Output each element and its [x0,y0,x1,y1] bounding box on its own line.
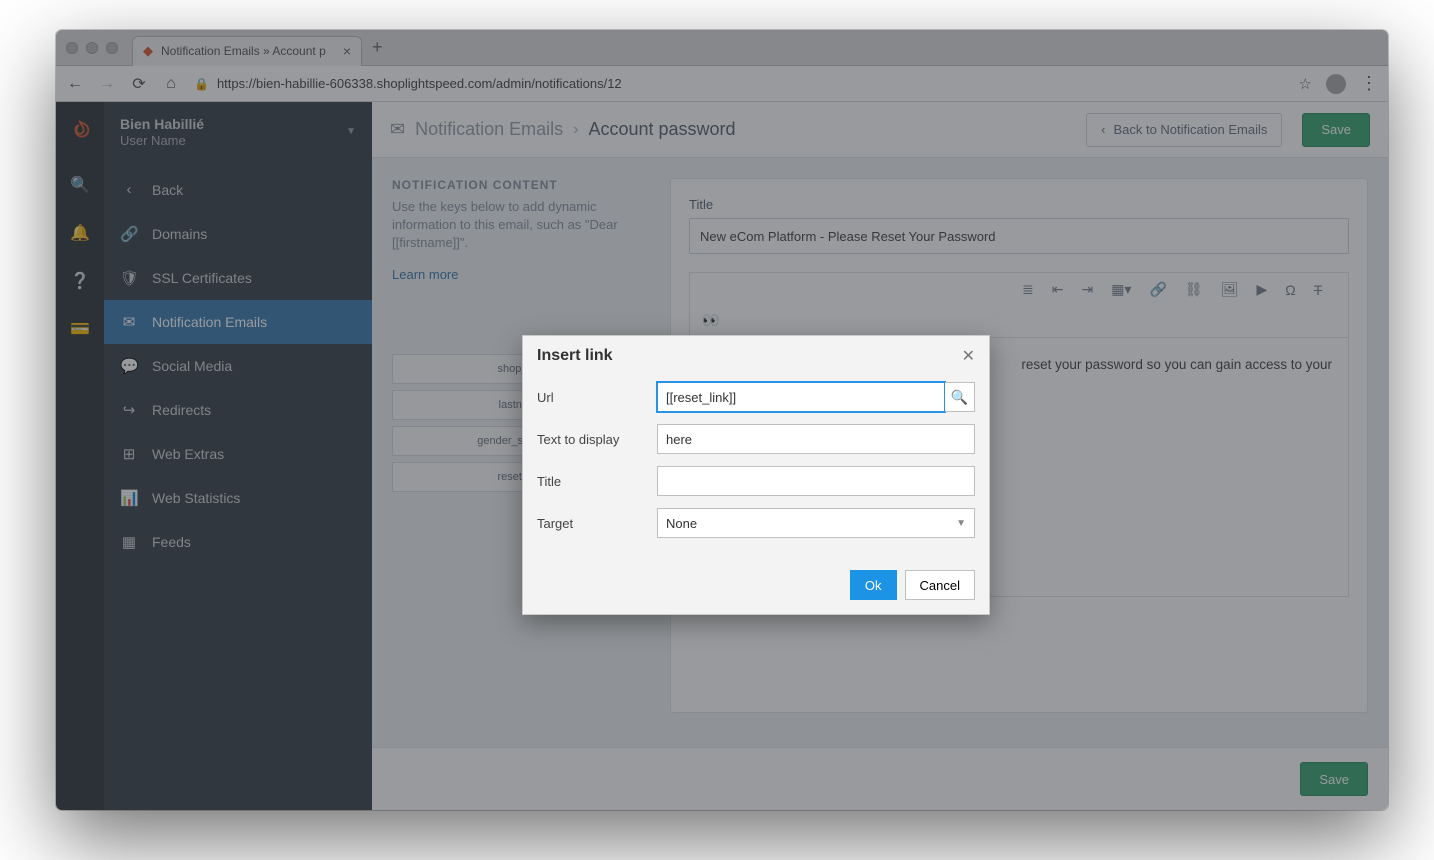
url-label: Url [537,390,657,405]
ok-button[interactable]: Ok [850,570,897,600]
text-to-display-label: Text to display [537,432,657,447]
modal-header: Insert link ✕ [523,336,989,376]
link-title-input[interactable] [657,466,975,496]
target-select[interactable]: None ▼ [657,508,975,538]
modal-footer: Ok Cancel [523,562,989,614]
chevron-down-icon: ▼ [956,518,966,529]
link-title-label: Title [537,474,657,489]
browse-icon[interactable]: 🔍 [945,382,975,412]
browser-window: ◆ Notification Emails » Account p × + ← … [56,30,1388,810]
url-input[interactable] [657,382,945,412]
text-to-display-input[interactable] [657,424,975,454]
insert-link-modal: Insert link ✕ Url 🔍 Text to display Titl… [522,335,990,615]
target-label: Target [537,516,657,531]
modal-body: Url 🔍 Text to display Title Target [523,376,989,562]
close-icon[interactable]: ✕ [962,346,975,366]
cancel-button[interactable]: Cancel [905,570,975,600]
modal-title: Insert link [537,347,613,365]
